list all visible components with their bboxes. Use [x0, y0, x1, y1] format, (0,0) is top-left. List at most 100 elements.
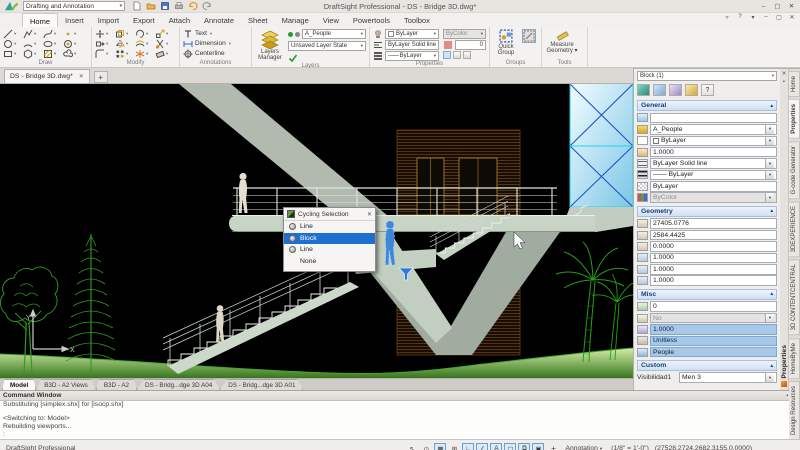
move-tool-button[interactable]: ▾ — [95, 29, 115, 39]
property-field[interactable]: 2584.4425 — [650, 230, 777, 241]
menu-tab[interactable]: View — [316, 13, 346, 27]
line-style-dropdown[interactable]: ByLayer Solid line▾ — [385, 40, 439, 50]
help-button[interactable]: ? — [701, 84, 714, 96]
menu-tab[interactable]: Attach — [162, 13, 197, 27]
scale-tool-button[interactable]: ▾ — [155, 29, 175, 39]
popup-titlebar[interactable]: Cycling Selection ✕ — [284, 208, 375, 221]
section-header-custom[interactable]: Custom▴ — [637, 360, 777, 371]
status-toggle-icon[interactable]: ↖ — [406, 443, 418, 450]
side-tab[interactable]: Home — [789, 71, 800, 97]
close-icon[interactable]: ✕ — [787, 14, 797, 21]
new-file-button[interactable] — [131, 1, 142, 12]
line-tool-button[interactable]: ▾ — [3, 29, 23, 39]
layer-state-dropdown[interactable]: Unsaved Layer State▾ — [288, 41, 366, 51]
minimize-icon[interactable]: – — [761, 14, 771, 21]
status-toggle-icon[interactable]: ▣ — [532, 443, 544, 450]
menu-tab[interactable]: Toolbox — [397, 13, 437, 27]
sheet-tab[interactable]: B3D - A2 Views — [36, 379, 96, 390]
print-button[interactable] — [173, 1, 184, 12]
sheet-tab[interactable]: B3D - A2 — [96, 379, 137, 390]
sheet-tab[interactable]: DS - Bridg...dge 3D A01 — [220, 379, 303, 390]
chevron-down-icon[interactable] — [765, 373, 774, 382]
property-field[interactable]: 27405.0776 — [650, 218, 777, 229]
close-icon[interactable]: ✕ — [785, 1, 798, 12]
popup-item[interactable]: Block — [284, 233, 375, 245]
close-icon[interactable]: ✕ — [367, 211, 372, 218]
transparency-field[interactable]: 0 — [455, 40, 486, 50]
help-icon[interactable]: ? — [735, 14, 745, 21]
match-properties-button[interactable] — [443, 51, 451, 59]
annotation-scale-dropdown[interactable]: Annotation ▾ — [562, 444, 605, 450]
popup-item[interactable]: None — [284, 256, 375, 268]
property-field[interactable]: 1.0000 — [650, 275, 777, 286]
side-tab[interactable]: HomeByMe — [789, 338, 800, 379]
ellipse-tool-button[interactable]: ▾ — [43, 39, 63, 49]
side-tab[interactable]: Design Resources — [789, 381, 800, 440]
circle-tool-button[interactable]: ▾ — [3, 39, 23, 49]
chevron-down-icon[interactable] — [765, 314, 774, 323]
property-field[interactable]: 0.0000 — [650, 241, 777, 252]
save-button[interactable] — [159, 1, 170, 12]
trim-tool-button[interactable]: ▾ — [155, 39, 175, 49]
line-weight-dropdown[interactable]: —— ByLayer▾ — [385, 51, 439, 61]
side-tab[interactable]: Properties — [789, 99, 800, 139]
property-field[interactable]: No — [650, 313, 777, 324]
chevron-down-icon[interactable] — [765, 136, 774, 145]
layers-manager-button[interactable]: Layers Manager — [255, 29, 285, 63]
polyline-tool-button[interactable]: ▾ — [23, 29, 43, 39]
workspace-selector[interactable]: Drafting and Annotation ▾ — [23, 1, 125, 11]
explode-tool-button[interactable]: ▾ — [135, 49, 155, 59]
rotate-tool-button[interactable]: ▾ — [135, 29, 155, 39]
dimension-tool-button[interactable]: Dimension▾ — [183, 39, 248, 48]
menu-tab[interactable]: Sheet — [241, 13, 275, 27]
offset-tool-button[interactable]: ▾ — [135, 39, 155, 49]
chevron-down-icon[interactable] — [765, 193, 774, 202]
view-properties-button[interactable] — [453, 51, 461, 59]
pin-icon[interactable]: ▪ — [783, 79, 785, 87]
section-header-geometry[interactable]: Geometry▴ — [637, 206, 777, 217]
active-layer-dropdown[interactable]: A_People▾ — [302, 29, 366, 39]
side-tab[interactable]: G-code Generator — [789, 141, 800, 199]
property-field[interactable]: 1.0000 — [650, 324, 777, 335]
restore-icon[interactable]: ▢ — [771, 1, 784, 12]
menu-tab[interactable]: Export — [126, 13, 162, 27]
centerline-tool-button[interactable]: Centerline — [183, 49, 248, 58]
fillet-tool-button[interactable]: ▾ — [95, 49, 115, 59]
chevron-down-icon[interactable] — [765, 159, 774, 168]
copy-tool-button[interactable]: ▾ — [115, 29, 135, 39]
quick-group-button[interactable]: Quick Group — [493, 29, 519, 57]
add-scale-button[interactable]: + — [547, 443, 559, 450]
property-field[interactable]: ByLayer — [650, 136, 777, 147]
copy-properties-button[interactable] — [463, 51, 471, 59]
command-window-titlebar[interactable]: Command Window ▪ ✕ — [0, 391, 800, 401]
sheet-tab[interactable]: Model — [2, 379, 36, 390]
rectangle-tool-button[interactable]: ▾ — [3, 49, 23, 59]
status-toggle-icon[interactable]: ⊞ — [448, 443, 460, 450]
menu-tab[interactable]: Annotate — [197, 13, 241, 27]
restore-icon[interactable]: ▢ — [774, 14, 784, 21]
status-toggle-icon[interactable]: ∠ — [476, 443, 488, 450]
select-entities-button[interactable] — [637, 84, 650, 96]
quick-select-button[interactable] — [669, 84, 682, 96]
polygon-tool-button[interactable]: ▾ — [23, 49, 43, 59]
line-color-dropdown[interactable]: ByLayer▾ — [385, 29, 439, 39]
property-field[interactable]: People — [650, 347, 777, 358]
document-tab[interactable]: DS - Bridge 3D.dwg* ✕ — [4, 69, 90, 83]
erase-tool-button[interactable]: ▾ — [155, 49, 175, 59]
mirror-tool-button[interactable]: ▾ — [115, 39, 135, 49]
popup-item[interactable]: Line — [284, 221, 375, 233]
cloud-tool-button[interactable]: ▾ — [63, 49, 83, 59]
section-header-general[interactable]: General▴ — [637, 100, 777, 111]
property-field[interactable]: 0 — [650, 301, 777, 312]
edit-group-icon[interactable] — [522, 29, 536, 43]
entity-selector-dropdown[interactable]: Block (1)▾ — [637, 71, 777, 81]
menu-tab[interactable]: Import — [91, 13, 126, 27]
property-field[interactable]: A_People — [650, 124, 777, 135]
chevron-down-icon[interactable]: ▾ — [748, 14, 758, 21]
status-toggle-icon[interactable]: ⧉ — [518, 443, 530, 450]
redo-button[interactable] — [201, 1, 212, 12]
property-field[interactable]: 1.0000 — [650, 264, 777, 275]
drawing-scale[interactable]: (1/8" = 1'-0") — [611, 445, 649, 450]
property-field[interactable] — [650, 113, 777, 124]
property-field[interactable]: 1.0000 — [650, 147, 777, 158]
